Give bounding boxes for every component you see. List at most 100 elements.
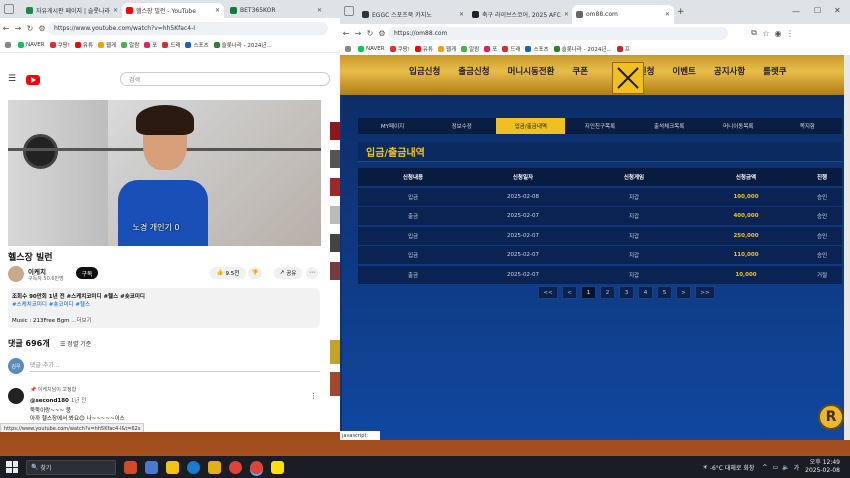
page-button[interactable]: > — [676, 286, 691, 299]
sort-button[interactable]: ☰ 정렬 기준 — [60, 339, 91, 348]
video-player[interactable]: 노경 개인기 0 — [8, 100, 321, 246]
tab-menu-icon[interactable] — [344, 6, 354, 16]
close-icon[interactable]: ✕ — [110, 7, 118, 14]
browser-menu-icon[interactable]: ⋮ — [784, 29, 796, 38]
nav-events[interactable]: 이벤트 — [663, 65, 704, 77]
description-box[interactable]: 조회수 90만회 1년 전 #스케치코미디 #헬스 #숏코미디 #스케치코미디 … — [8, 288, 320, 328]
bookmark-item[interactable]: 포 — [144, 41, 157, 49]
back-icon[interactable]: ← — [340, 29, 352, 38]
taskbar-app-icon[interactable] — [124, 460, 137, 474]
network-icon[interactable]: ▭ — [772, 464, 778, 471]
bookmark-item[interactable]: 웹게 — [98, 41, 116, 49]
related-video-thumbnail[interactable] — [330, 340, 340, 364]
volume-icon[interactable]: 🔈 — [782, 464, 789, 471]
search-input[interactable]: 검색 — [120, 72, 330, 86]
related-video-thumbnail[interactable] — [330, 234, 340, 252]
ime-icon[interactable]: 가 — [794, 463, 800, 472]
related-video-thumbnail[interactable] — [330, 150, 340, 168]
taskbar-app-icon[interactable] — [145, 460, 158, 474]
page-button[interactable]: 2 — [600, 286, 615, 299]
youtube-logo[interactable] — [26, 75, 40, 85]
page-button[interactable]: >> — [695, 286, 715, 299]
nav-notices[interactable]: 공지사항 — [705, 65, 754, 77]
back-icon[interactable]: ← — [0, 24, 12, 33]
address-bar[interactable]: https://om88.com — [388, 26, 728, 40]
extensions-icon[interactable]: ⧉ — [748, 28, 760, 38]
subscribe-button[interactable]: 구독 — [76, 267, 98, 279]
file-explorer-icon[interactable] — [208, 460, 221, 474]
chrome-icon-active[interactable] — [250, 460, 263, 474]
page-button[interactable]: 3 — [619, 286, 634, 299]
right-tab-3[interactable]: om88.com ✕ — [572, 5, 674, 24]
right-tab-1[interactable]: EGGC 스포츠북 카지노 ✕ — [358, 5, 468, 24]
bookmark-item[interactable]: 유튜 — [414, 45, 433, 53]
bookmark-item[interactable] — [5, 42, 13, 48]
bookmark-item[interactable]: 쿠팡! — [49, 41, 70, 49]
close-icon[interactable]: ✕ — [561, 11, 569, 18]
sub-nav-item[interactable]: 출석체크목록 — [635, 118, 704, 134]
bookmark-star-icon[interactable]: ☆ — [760, 29, 772, 38]
taskbar-app-icon[interactable] — [166, 460, 179, 474]
profile-icon[interactable]: ◉ — [772, 29, 784, 38]
clock[interactable]: 오후 12:49 2025-02-08 — [805, 459, 840, 475]
nav-money-transfer[interactable]: 머니시동전환 — [499, 65, 564, 77]
maximize-button[interactable]: ☐ — [814, 6, 821, 15]
left-tab-2[interactable]: 헬스장 빌런 - YouTube ✕ — [122, 3, 224, 18]
taskbar-search-box[interactable]: 🔍 찾기 — [26, 459, 116, 475]
channel-avatar[interactable] — [8, 266, 24, 282]
close-popup-button[interactable] — [612, 62, 644, 94]
bookmark-item[interactable]: 드래 — [162, 41, 180, 49]
left-tab-1[interactable]: 자유게시판 페이지 | 슬롯나라 ✕ — [22, 3, 120, 18]
sub-nav-item[interactable]: MY페이지 — [358, 118, 427, 134]
bookmark-item[interactable]: 슬롯나라 - 2024년... — [553, 45, 612, 53]
bookmark-item[interactable]: 알람 — [121, 41, 139, 49]
page-button[interactable]: < — [562, 286, 577, 299]
description-hashtags[interactable]: #스케치코미디 #숏코미디 #헬스 — [12, 300, 90, 308]
kakaotalk-icon[interactable] — [271, 460, 284, 474]
bookmark-item[interactable]: 스포츠 — [185, 41, 209, 49]
page-button[interactable]: 4 — [638, 286, 653, 299]
bookmark-item[interactable]: 쿠팡! — [389, 45, 410, 53]
comment-input[interactable]: 댓글 추가... — [30, 360, 320, 372]
bookmark-item[interactable]: 알람 — [461, 45, 479, 53]
related-video-thumbnail[interactable] — [330, 206, 340, 224]
nav-withdraw-request[interactable]: 출금신청 — [449, 65, 498, 77]
edge-icon[interactable] — [187, 460, 200, 474]
close-icon[interactable]: ✕ — [314, 7, 322, 14]
page-button[interactable]: 1 — [581, 286, 596, 299]
bookmark-item[interactable] — [345, 45, 353, 52]
nav-roulette[interactable]: 롤렛쿠 — [754, 65, 795, 77]
page-button[interactable]: 5 — [657, 286, 672, 299]
vertical-scrollbar[interactable] — [844, 55, 850, 440]
sub-nav-item[interactable]: 쪽지함 — [773, 118, 842, 134]
bookmark-item[interactable]: 웹게 — [438, 45, 456, 53]
bookmark-item[interactable]: 프 — [616, 45, 630, 53]
share-button[interactable]: ↗ 공유 — [274, 267, 302, 279]
right-tab-2[interactable]: 축구 라이브스코어, 2025 AFC ✕ — [468, 5, 572, 24]
dislike-button[interactable]: 👎 — [248, 267, 262, 279]
reload-icon[interactable]: ↻ — [24, 24, 36, 33]
commenter-avatar[interactable] — [8, 388, 24, 404]
address-bar[interactable]: https://www.youtube.com/watch?v=hh5Kfac4… — [48, 21, 328, 35]
close-icon[interactable]: ✕ — [456, 11, 464, 18]
tray-chevron-icon[interactable]: ^ — [762, 464, 767, 471]
new-tab-button[interactable]: + — [677, 7, 685, 17]
windows-start-icon[interactable] — [6, 461, 18, 473]
bookmark-item[interactable]: NAVER — [358, 45, 385, 52]
chrome-icon[interactable] — [229, 460, 242, 474]
site-info-icon[interactable]: ⚙ — [36, 24, 48, 33]
bookmark-item[interactable]: 유튜 — [74, 41, 93, 49]
show-more-link[interactable]: ...더보기 — [71, 318, 91, 324]
site-mascot-icon[interactable]: R — [818, 404, 844, 430]
page-button[interactable]: << — [538, 286, 558, 299]
reload-icon[interactable]: ↻ — [364, 29, 376, 38]
close-window-button[interactable]: ✕ — [834, 6, 841, 15]
sub-nav-item[interactable]: 정보수정 — [427, 118, 496, 134]
comment-more-icon[interactable]: ⋮ — [310, 392, 317, 400]
bookmark-item[interactable]: 드래 — [502, 45, 520, 53]
like-button[interactable]: 👍 9.5천 — [210, 267, 246, 279]
tab-menu-icon[interactable] — [4, 4, 14, 14]
left-tab-3[interactable]: BET365KOR ✕ — [226, 3, 326, 18]
close-icon[interactable]: ✕ — [662, 11, 670, 18]
bookmark-item[interactable]: 슬롯나라 - 2024년... — [213, 41, 272, 49]
